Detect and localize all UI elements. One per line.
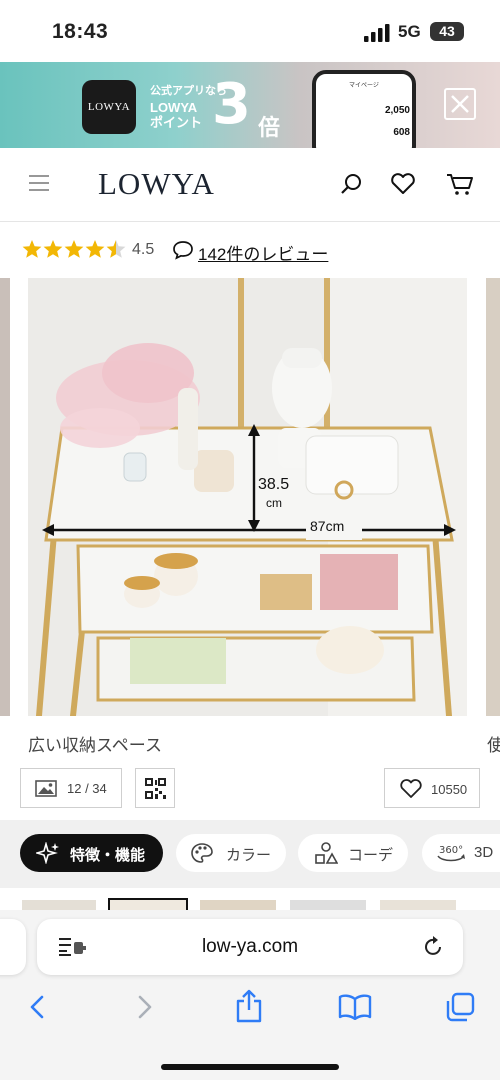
- heart-icon[interactable]: [390, 172, 416, 196]
- tab-3d-label: 3D: [474, 844, 494, 861]
- menu-icon[interactable]: [28, 174, 50, 192]
- next-image-peek[interactable]: [486, 278, 500, 716]
- image-caption: 広い収納スペース: [28, 736, 162, 755]
- promo-suffix: 倍: [258, 115, 281, 140]
- prev-image-peek[interactable]: [0, 278, 10, 716]
- image-counter: 12 / 34: [67, 781, 107, 796]
- browser-toolbar: low-ya.com: [0, 910, 500, 1080]
- product-gallery[interactable]: 38.5 cm 87cm: [0, 278, 500, 716]
- app-promo-banner[interactable]: LOWYA 公式アプリなら LOWYA ポイント 3 倍 マイページ 2,050…: [0, 62, 500, 148]
- banner-close-button[interactable]: [444, 88, 476, 120]
- address-bar[interactable]: low-ya.com: [37, 919, 463, 975]
- width-dimension-label: 87cm: [310, 518, 345, 534]
- next-image-caption: 使: [487, 736, 500, 755]
- thumbnail[interactable]: [200, 900, 276, 910]
- thumbnail[interactable]: [22, 900, 96, 910]
- tab-features-label: 特徴・機能: [70, 847, 146, 864]
- network-type: 5G: [398, 22, 421, 41]
- close-icon: [451, 95, 469, 113]
- search-icon[interactable]: [340, 172, 364, 196]
- rating-score: 4.5: [132, 241, 155, 258]
- tab-color[interactable]: カラー: [176, 834, 286, 872]
- thumbnail[interactable]: [108, 898, 188, 910]
- feature-tabs: 特徴・機能 カラー コーデ 360° 3D: [0, 820, 500, 888]
- phone-row-value: 2,050: [384, 105, 410, 116]
- image-counter-button[interactable]: 12 / 34: [20, 768, 122, 808]
- shapes-icon: [315, 842, 338, 864]
- star-rating: [22, 240, 126, 258]
- bookmarks-icon[interactable]: [338, 994, 372, 1020]
- phone-mockup: マイページ 2,050 608: [312, 70, 416, 148]
- reload-icon[interactable]: [423, 935, 445, 959]
- favorite-button[interactable]: 10550: [384, 768, 480, 808]
- battery-indicator: 43: [430, 22, 464, 41]
- previous-tab-card[interactable]: [0, 919, 26, 975]
- rating-row: 4.5 142件のレビュー: [0, 230, 500, 270]
- tab-coordinate-label: コーデ: [348, 847, 394, 864]
- status-bar: 18:43 5G 43: [0, 0, 500, 62]
- svg-text:360°: 360°: [439, 845, 463, 856]
- comment-icon: [173, 241, 193, 260]
- 360-icon: 360°: [437, 845, 465, 862]
- site-logo[interactable]: LOWYA: [98, 166, 215, 202]
- thumbnail[interactable]: [380, 900, 456, 910]
- app-icon: LOWYA: [82, 80, 136, 134]
- promo-multiplier: 3: [212, 72, 251, 137]
- tab-features[interactable]: 特徴・機能: [20, 834, 163, 872]
- phone-row-value: 608: [393, 127, 410, 138]
- tab-color-label: カラー: [226, 847, 272, 864]
- url-text: low-ya.com: [201, 936, 299, 957]
- height-dimension-label: 38.5: [258, 476, 290, 493]
- share-icon[interactable]: [234, 988, 264, 1024]
- status-time: 18:43: [52, 20, 109, 43]
- back-icon[interactable]: [28, 994, 48, 1020]
- qr-code-icon: [145, 778, 166, 799]
- height-dimension-unit: cm: [266, 496, 282, 510]
- phone-title: マイページ: [349, 83, 379, 89]
- heart-icon: [400, 779, 422, 798]
- qr-code-button[interactable]: [135, 768, 175, 808]
- favorite-count: 10550: [431, 782, 468, 797]
- palette-icon: [191, 843, 213, 863]
- reviews-link[interactable]: 142件のレビュー: [198, 240, 328, 265]
- image-icon: [35, 780, 57, 797]
- forward-icon[interactable]: [134, 994, 154, 1020]
- thumbnail[interactable]: [290, 900, 366, 910]
- tabs-icon[interactable]: [444, 992, 476, 1022]
- promo-line2: LOWYA ポイント: [150, 100, 203, 130]
- home-indicator: [161, 1064, 339, 1070]
- site-header: LOWYA: [0, 148, 500, 222]
- product-image[interactable]: [28, 278, 467, 716]
- sparkle-icon: [36, 842, 59, 864]
- thumbnail-strip[interactable]: [0, 888, 500, 910]
- cart-icon[interactable]: [446, 172, 474, 196]
- tab-coordinate[interactable]: コーデ: [298, 834, 408, 872]
- signal-icon: [364, 24, 390, 42]
- tab-3d[interactable]: 360° 3D: [422, 834, 500, 872]
